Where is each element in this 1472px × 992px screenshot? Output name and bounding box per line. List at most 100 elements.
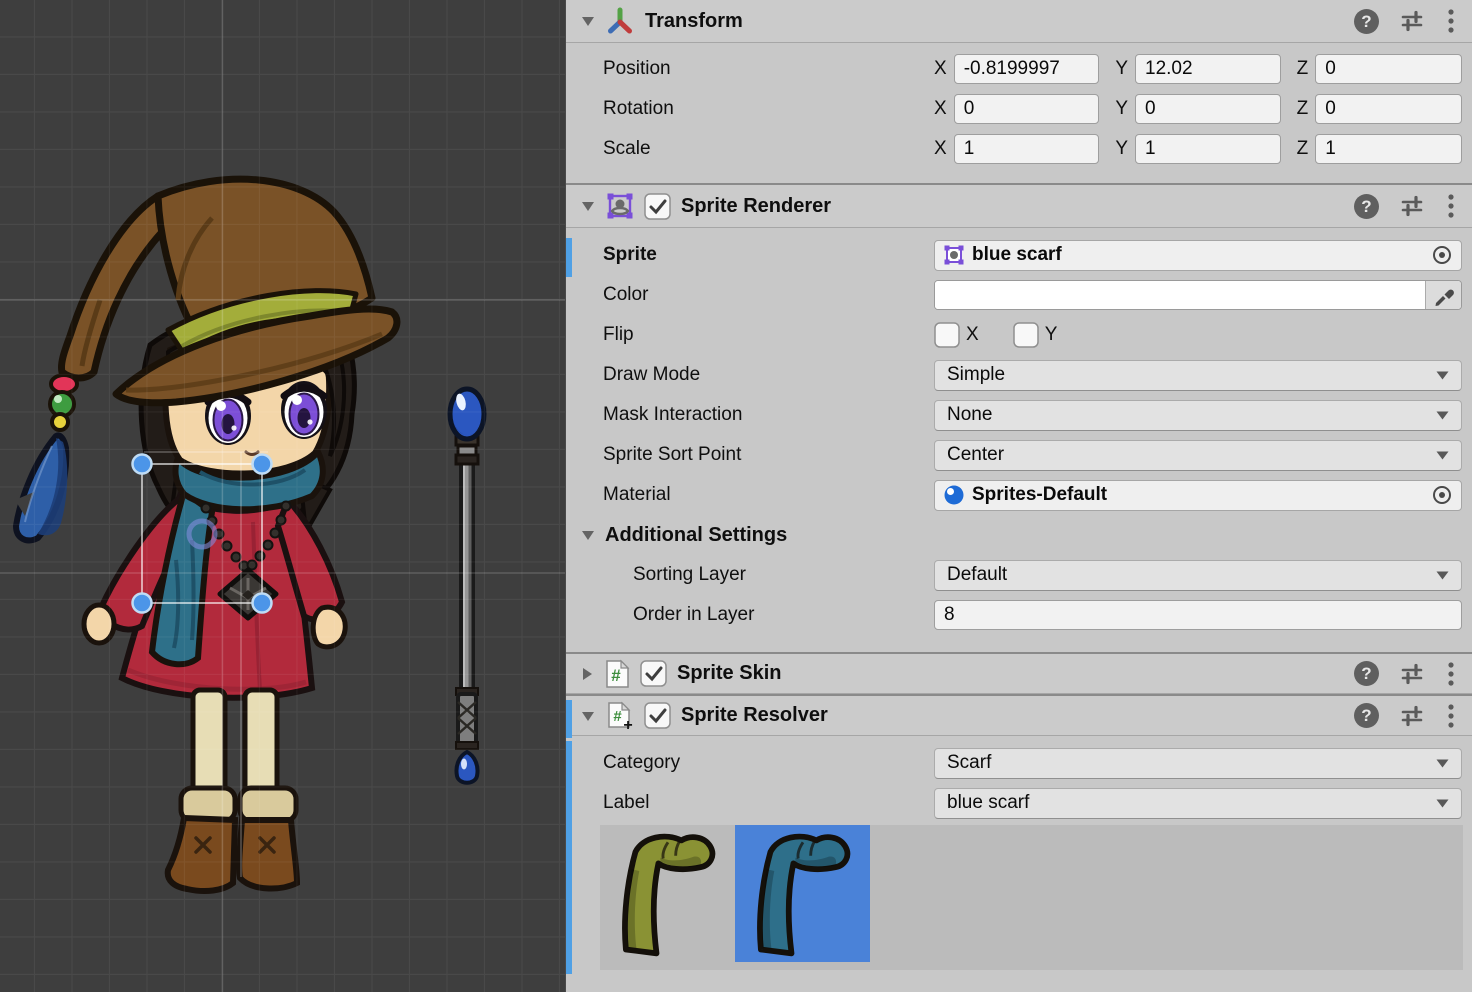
transform-header[interactable]: Transform ? <box>566 0 1472 43</box>
override-bar-resolver-body <box>566 741 572 974</box>
sprite-object-field[interactable]: blue scarf <box>934 240 1462 271</box>
svg-text:#: # <box>611 666 621 685</box>
foldout-expanded-icon[interactable] <box>580 14 596 28</box>
component-title: Sprite Skin <box>677 662 781 685</box>
sprite-sort-point-row: Sprite Sort Point Center <box>566 435 1472 475</box>
sorting-layer-row: Sorting Layer Default <box>566 555 1472 595</box>
component-title: Sprite Renderer <box>681 195 831 218</box>
sorting-layer-dropdown[interactable]: Default <box>934 560 1462 591</box>
order-in-layer-field[interactable]: 8 <box>934 600 1462 630</box>
scale-y-field[interactable]: 1 <box>1135 134 1281 164</box>
more-menu-icon[interactable] <box>1446 703 1456 729</box>
unity-editor-window: Transform ? Position X -0.8199997 Y <box>0 0 1472 992</box>
position-z-field[interactable]: 0 <box>1315 54 1462 84</box>
x-axis-label: X <box>934 58 947 80</box>
z-axis-label: Z <box>1297 58 1309 80</box>
y-axis-label: Y <box>1115 58 1128 80</box>
chevron-down-icon <box>1436 799 1449 808</box>
thumbnail-blue-scarf-selected[interactable] <box>735 825 870 962</box>
script-icon: # <box>603 659 631 689</box>
transform-body: Position X -0.8199997 Y 12.02 Z 0 Rotati… <box>566 43 1472 183</box>
category-dropdown[interactable]: Scarf <box>934 748 1462 779</box>
component-enabled-checkbox[interactable] <box>644 193 671 220</box>
selection-handle-tr[interactable] <box>253 455 272 474</box>
rotation-x-field[interactable]: 0 <box>954 94 1100 124</box>
presets-icon[interactable] <box>1400 193 1426 219</box>
draw-mode-row: Draw Mode Simple <box>566 355 1472 395</box>
label-row: Label blue scarf <box>566 783 1472 823</box>
sprite-skin-header[interactable]: # Sprite Skin ? <box>566 654 1472 694</box>
help-icon[interactable]: ? <box>1353 193 1380 220</box>
sprite-row: Sprite blue scarf <box>566 235 1472 275</box>
component-enabled-checkbox[interactable] <box>644 702 671 729</box>
rotation-y-field[interactable]: 0 <box>1135 94 1281 124</box>
label-dropdown[interactable]: blue scarf <box>934 788 1462 819</box>
color-swatch[interactable] <box>935 281 1425 309</box>
flip-label: Flip <box>603 324 934 346</box>
foldout-expanded-icon[interactable] <box>580 528 596 542</box>
presets-icon[interactable] <box>1400 8 1426 34</box>
foldout-collapsed-icon[interactable] <box>580 666 594 682</box>
scale-x-field[interactable]: 1 <box>954 134 1100 164</box>
sprite-icon <box>943 244 965 266</box>
more-menu-icon[interactable] <box>1446 661 1456 687</box>
scene-view[interactable] <box>0 0 565 992</box>
position-x-field[interactable]: -0.8199997 <box>954 54 1100 84</box>
component-enabled-checkbox[interactable] <box>640 660 667 687</box>
more-menu-icon[interactable] <box>1446 8 1456 34</box>
transform-tool-icon <box>605 6 635 36</box>
selection-handle-tl[interactable] <box>133 455 152 474</box>
foldout-expanded-icon[interactable] <box>580 199 596 213</box>
inspector-panel: Transform ? Position X -0.8199997 Y <box>565 0 1472 992</box>
thumbnail-green-scarf[interactable] <box>600 825 735 962</box>
blue-scarf-icon <box>743 827 863 961</box>
draw-mode-dropdown[interactable]: Simple <box>934 360 1462 391</box>
color-label: Color <box>603 284 934 306</box>
green-scarf-icon <box>608 827 728 961</box>
label-label: Label <box>603 792 934 814</box>
help-icon[interactable]: ? <box>1353 702 1380 729</box>
category-label: Category <box>603 752 934 774</box>
flip-y-checkbox[interactable] <box>1013 322 1039 348</box>
eyedropper-button[interactable] <box>1425 281 1461 309</box>
sprite-sort-point-dropdown[interactable]: Center <box>934 440 1462 471</box>
scene-canvas <box>0 0 565 992</box>
svg-text:?: ? <box>1361 706 1371 725</box>
material-object-field[interactable]: Sprites-Default <box>934 480 1462 511</box>
svg-text:#: # <box>613 708 622 725</box>
flip-row: Flip X Y <box>566 315 1472 355</box>
sorting-layer-label: Sorting Layer <box>603 564 934 586</box>
material-row: Material Sprites-Default <box>566 475 1472 515</box>
eyedropper-icon <box>1433 284 1455 306</box>
sprite-renderer-icon <box>605 191 635 221</box>
help-icon[interactable]: ? <box>1353 8 1380 35</box>
chevron-down-icon <box>1436 451 1449 460</box>
rotation-z-field[interactable]: 0 <box>1315 94 1462 124</box>
scale-z-field[interactable]: 1 <box>1315 134 1462 164</box>
presets-icon[interactable] <box>1400 661 1426 687</box>
sprite-renderer-header[interactable]: Sprite Renderer ? <box>566 185 1472 228</box>
position-y-field[interactable]: 12.02 <box>1135 54 1281 84</box>
draw-mode-label: Draw Mode <box>603 364 934 386</box>
color-field[interactable] <box>934 280 1462 310</box>
flip-x-label: X <box>966 324 979 346</box>
help-icon[interactable]: ? <box>1353 660 1380 687</box>
component-title: Transform <box>645 10 743 33</box>
presets-icon[interactable] <box>1400 703 1426 729</box>
object-picker-icon[interactable] <box>1431 484 1453 506</box>
sprite-sort-point-label: Sprite Sort Point <box>603 444 934 466</box>
svg-text:?: ? <box>1361 664 1371 683</box>
chevron-down-icon <box>1436 411 1449 420</box>
sprite-renderer-body: Sprite blue scarf <box>566 228 1472 652</box>
more-menu-icon[interactable] <box>1446 193 1456 219</box>
foldout-expanded-icon[interactable] <box>580 709 596 723</box>
sprite-resolver-header[interactable]: # + Sprite Resolver ? <box>566 696 1472 736</box>
order-in-layer-row: Order in Layer 8 <box>566 595 1472 635</box>
object-picker-icon[interactable] <box>1431 244 1453 266</box>
selection-handle-br[interactable] <box>253 594 272 613</box>
mask-interaction-dropdown[interactable]: None <box>934 400 1462 431</box>
mask-interaction-label: Mask Interaction <box>603 404 934 426</box>
selection-handle-bl[interactable] <box>133 594 152 613</box>
flip-x-checkbox[interactable] <box>934 322 960 348</box>
additional-settings-row[interactable]: Additional Settings <box>566 515 1472 555</box>
